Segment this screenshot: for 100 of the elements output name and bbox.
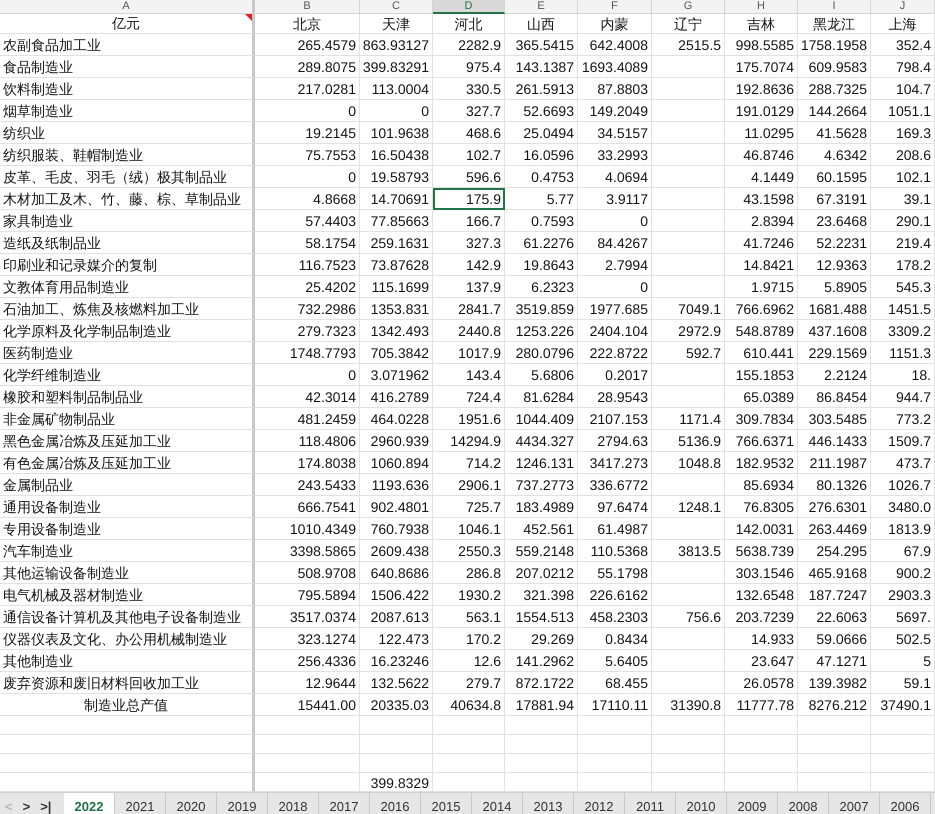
sheet-tab[interactable]: 2010	[676, 793, 727, 814]
sheet-tab[interactable]: 2019	[217, 793, 268, 814]
table-cell: 31390.8	[652, 694, 725, 716]
table-cell: 596.6	[433, 166, 505, 188]
table-cell: 5136.9	[652, 430, 725, 452]
table-cell: 3309.2	[871, 320, 935, 342]
column-header[interactable]: E	[505, 0, 578, 14]
table-cell: 222.8722	[578, 342, 652, 364]
table-cell: 975.4	[433, 56, 505, 78]
sheet-tab[interactable]: 2007	[829, 793, 880, 814]
table-cell: 25.0494	[505, 122, 578, 144]
table-cell: 229.1569	[798, 342, 871, 364]
sheet-tab[interactable]: 2022	[64, 793, 115, 814]
table-cell: 39.1	[871, 188, 935, 210]
table-cell: 1044.409	[505, 408, 578, 430]
column-header[interactable]: D	[433, 0, 505, 14]
row-label: 有色金属冶炼及压延加工业	[3, 455, 171, 471]
table-cell: 175.7074	[725, 56, 798, 78]
column-header[interactable]: B	[255, 0, 360, 14]
column-header[interactable]: A	[0, 0, 255, 14]
column-header[interactable]: G	[652, 0, 725, 14]
table-cell: 3519.859	[505, 298, 578, 320]
table-cell: 46.8746	[725, 144, 798, 166]
table-cell: 142.9	[433, 254, 505, 276]
table-cell: 0.2017	[578, 364, 652, 386]
sheet-tab[interactable]: 2011	[625, 793, 676, 814]
table-cell: 592.7	[652, 342, 725, 364]
table-cell: 58.1754	[255, 232, 360, 254]
row-label: 食品制造业	[3, 59, 73, 75]
table-cell: 0	[360, 100, 433, 122]
sheet-tab[interactable]: 2012	[574, 793, 625, 814]
sheet-tab[interactable]: 2020	[166, 793, 217, 814]
table-cell: 4.8668	[255, 188, 360, 210]
table-cell: 192.8636	[725, 78, 798, 100]
table-cell: 143.4	[433, 364, 505, 386]
table-cell: 263.4469	[798, 518, 871, 540]
table-cell: 4.1449	[725, 166, 798, 188]
table-cell: 18.	[871, 364, 935, 386]
table-cell: 756.6	[652, 606, 725, 628]
table-cell: 724.4	[433, 386, 505, 408]
table-cell: 288.7325	[798, 78, 871, 100]
column-header[interactable]: C	[360, 0, 433, 14]
table-cell: 207.0212	[505, 562, 578, 584]
column-header[interactable]: F	[578, 0, 652, 14]
table-cell: 4434.327	[505, 430, 578, 452]
table-cell: 19.58793	[360, 166, 433, 188]
table-cell: 23.647	[725, 650, 798, 672]
table-cell: 2440.8	[433, 320, 505, 342]
sheet-tab[interactable]: 2015	[421, 793, 472, 814]
table-cell: 169.3	[871, 122, 935, 144]
table-cell: 143.1387	[505, 56, 578, 78]
table-cell: 290.1	[871, 210, 935, 232]
sheet-tab[interactable]: 2013	[523, 793, 574, 814]
table-cell: 5.6405	[578, 650, 652, 672]
sheet-nav-button[interactable]: >	[18, 798, 36, 814]
sheet-tab[interactable]: 2006	[880, 793, 931, 814]
table-cell: 1813.9	[871, 518, 935, 540]
table-cell: 86.8454	[798, 386, 871, 408]
sheet-tab[interactable]: 2016	[370, 793, 421, 814]
table-cell: 2087.613	[360, 606, 433, 628]
table-cell: 666.7541	[255, 496, 360, 518]
table-cell: 1046.1	[433, 518, 505, 540]
row-label: 黑色金属冶炼及压延加工业	[3, 433, 171, 449]
table-cell: 149.2049	[578, 100, 652, 122]
table-cell: 3398.5865	[255, 540, 360, 562]
table-cell: 上海	[871, 14, 935, 34]
table-cell: 259.1631	[360, 232, 433, 254]
sheet-tab[interactable]: 2018	[268, 793, 319, 814]
table-cell: 40634.8	[433, 694, 505, 716]
table-cell: 19.2145	[255, 122, 360, 144]
table-cell: 1051.1	[871, 100, 935, 122]
column-header[interactable]: J	[871, 0, 935, 14]
table-cell: 481.2459	[255, 408, 360, 430]
column-header[interactable]: H	[725, 0, 798, 14]
table-cell: 75.7553	[255, 144, 360, 166]
table-cell: 998.5585	[725, 34, 798, 56]
table-cell: 104.7	[871, 78, 935, 100]
sheet-tab[interactable]: 2014	[472, 793, 523, 814]
table-cell: 330.5	[433, 78, 505, 100]
row-label: 文教体育用品制造业	[3, 279, 129, 295]
table-cell: 155.1853	[725, 364, 798, 386]
table-cell: 113.0004	[360, 78, 433, 100]
sheet-tab[interactable]: 2021	[115, 793, 166, 814]
table-cell: 43.1598	[725, 188, 798, 210]
table-cell: 26.0578	[725, 672, 798, 694]
row-label: 农副食品加工业	[3, 37, 101, 53]
table-cell: 1246.131	[505, 452, 578, 474]
table-cell: 内蒙	[578, 14, 652, 34]
table-cell: 303.1546	[725, 562, 798, 584]
sheet-nav-button[interactable]: >|	[35, 798, 56, 814]
table-cell: 41.7246	[725, 232, 798, 254]
table-cell: 508.9708	[255, 562, 360, 584]
sheet-tab[interactable]: 2008	[778, 793, 829, 814]
table-cell: 795.5894	[255, 584, 360, 606]
sheet-tab[interactable]: 2017	[319, 793, 370, 814]
table-cell: 65.0389	[725, 386, 798, 408]
table-cell: 280.0796	[505, 342, 578, 364]
sheet-tab[interactable]: 2009	[727, 793, 778, 814]
column-header[interactable]: I	[798, 0, 871, 14]
table-cell: 0	[255, 364, 360, 386]
